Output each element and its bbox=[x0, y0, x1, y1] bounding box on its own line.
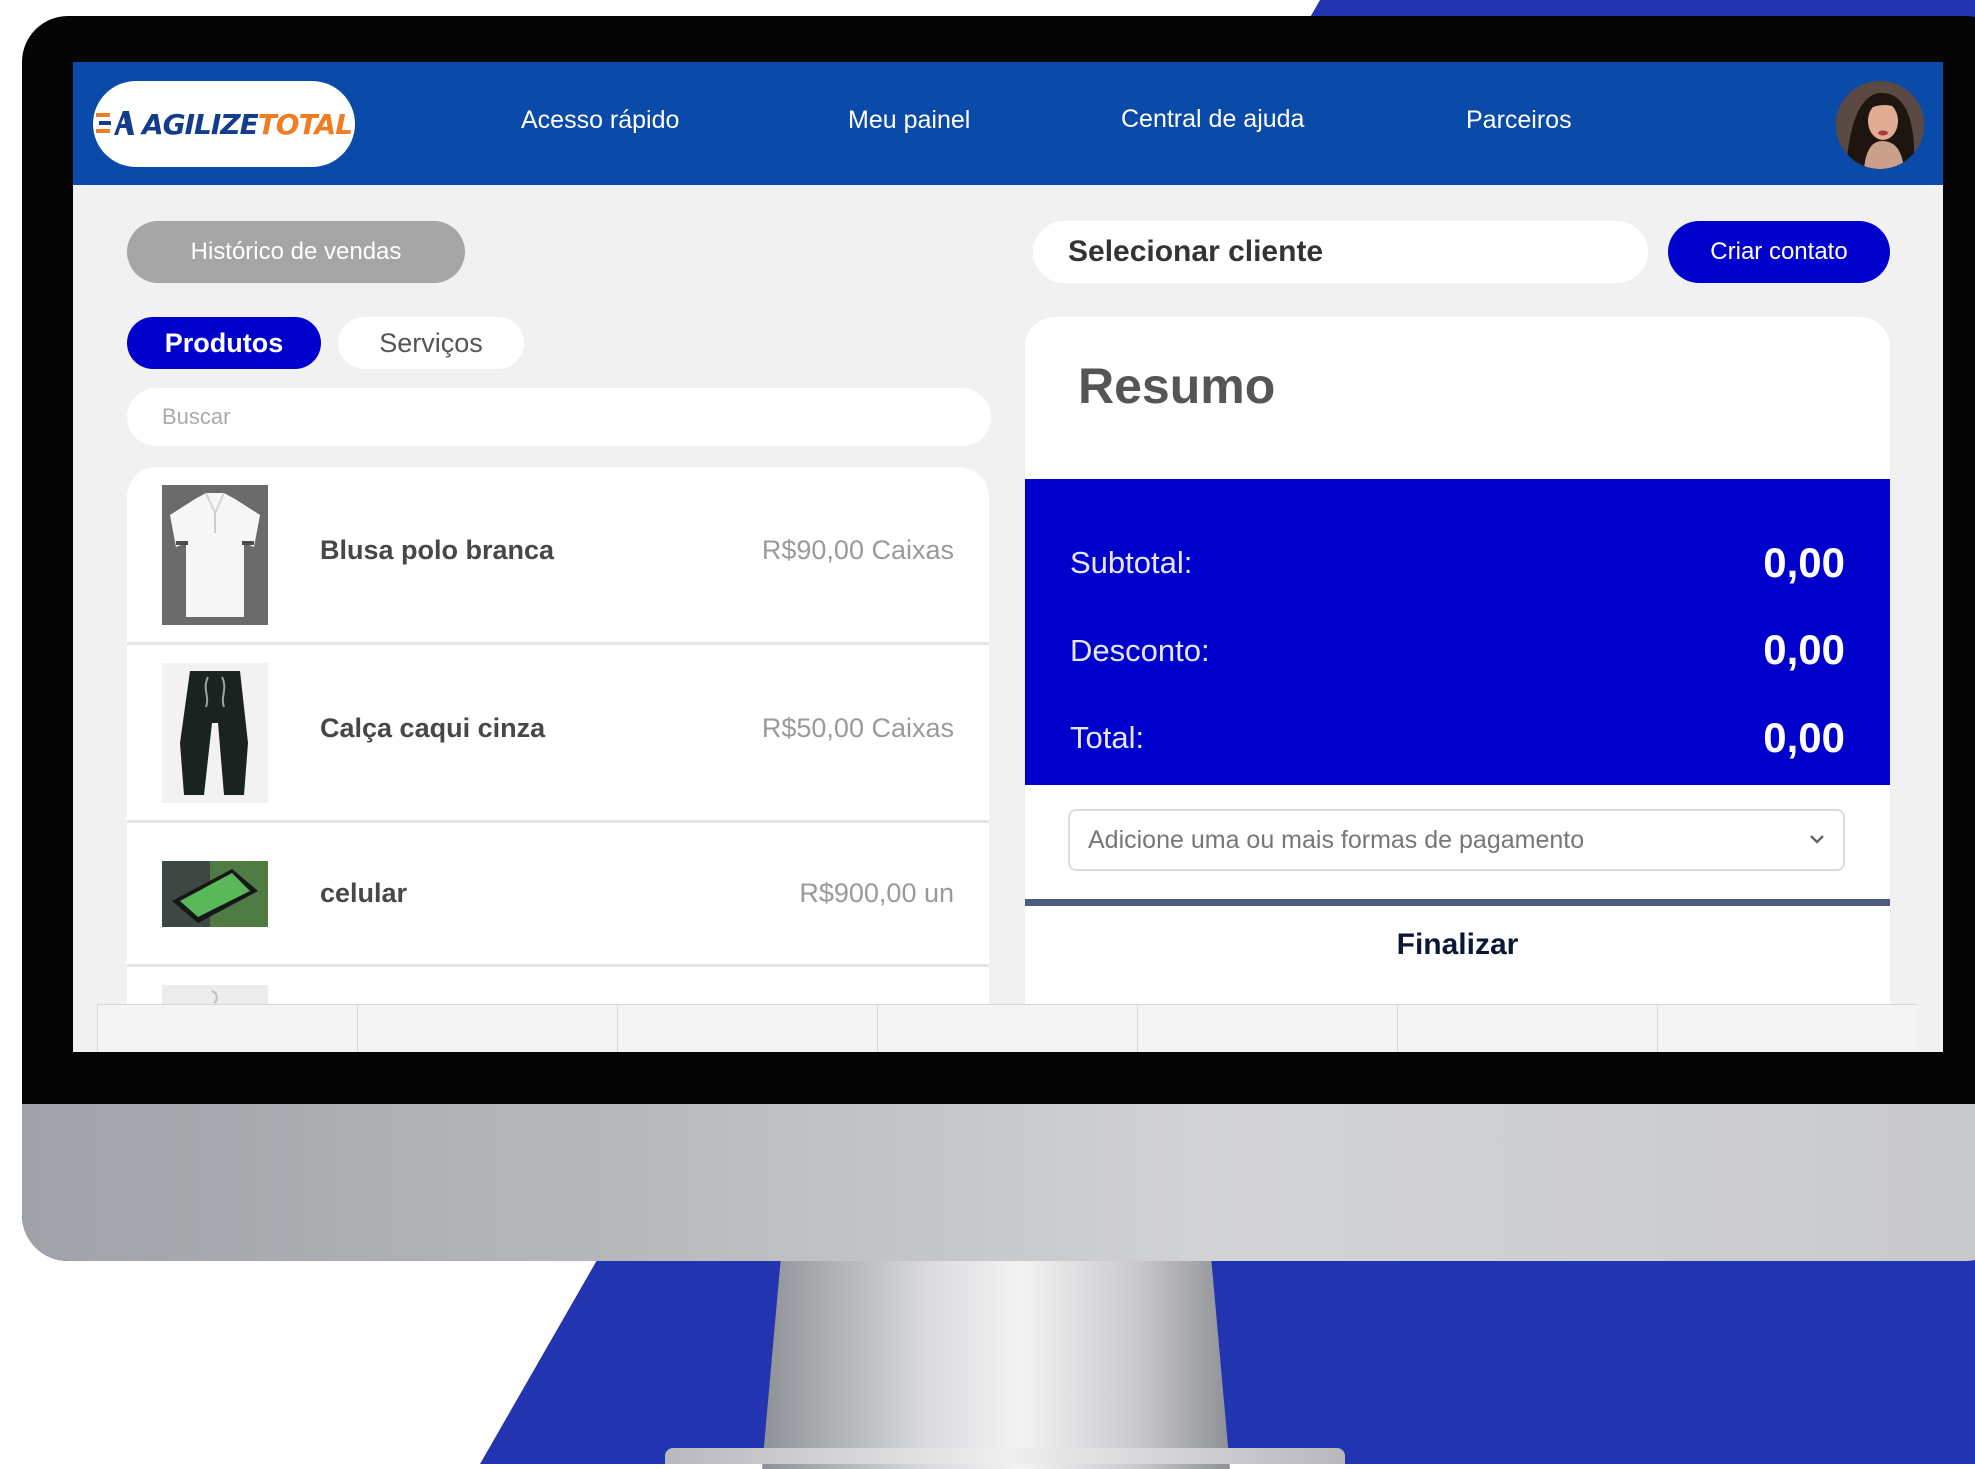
tab-produtos[interactable]: Produtos bbox=[127, 317, 321, 369]
product-name: Calça caqui cinza bbox=[320, 713, 546, 743]
product-row[interactable]: celular R$900,00 un bbox=[127, 823, 989, 967]
product-search-input[interactable] bbox=[127, 388, 991, 446]
nav-meu-painel[interactable]: Meu painel bbox=[848, 106, 970, 135]
logo-text: AGILIZETOTAL bbox=[141, 107, 353, 141]
product-price: R$90,00 Caixas bbox=[761, 535, 954, 565]
monitor-stand-base bbox=[665, 1448, 1345, 1464]
subtotal-value: 0,00 bbox=[1763, 539, 1845, 586]
white-polo-shirt-thumbnail bbox=[162, 485, 268, 625]
product-row[interactable]: Calça caqui cinza R$50,00 Caixas bbox=[127, 645, 989, 823]
product-name: Blusa polo branca bbox=[320, 535, 555, 565]
product-price: R$900,00 un bbox=[799, 878, 954, 908]
sales-history-button[interactable]: Histórico de vendas bbox=[127, 221, 465, 283]
payment-method-select[interactable]: Adicione uma ou mais formas de pagamento bbox=[1068, 809, 1845, 871]
select-client-field[interactable]: Selecionar cliente bbox=[1033, 221, 1648, 283]
nav-parceiros[interactable]: Parceiros bbox=[1466, 106, 1572, 135]
subtotal-label: Subtotal: bbox=[1070, 545, 1193, 580]
tab-servicos[interactable]: Serviços bbox=[338, 317, 524, 369]
finish-button[interactable]: Finalizar bbox=[1025, 915, 1890, 975]
discount-value: 0,00 bbox=[1763, 626, 1845, 673]
app-screen: AGILIZETOTAL Acesso rápido Meu painel Ce… bbox=[73, 62, 1943, 1052]
summary-title: Resumo bbox=[1078, 358, 1276, 414]
top-navigation-bar: AGILIZETOTAL Acesso rápido Meu painel Ce… bbox=[73, 62, 1943, 185]
chevron-down-icon bbox=[1810, 835, 1824, 844]
payment-method-selected-value: Adicione uma ou mais formas de pagamento bbox=[1088, 825, 1585, 854]
product-name: celular bbox=[320, 878, 408, 908]
nav-central-de-ajuda[interactable]: Central de ajuda bbox=[1121, 105, 1304, 134]
total-label: Total: bbox=[1070, 720, 1145, 755]
product-list: Blusa polo branca R$90,00 Caixas Calça c… bbox=[127, 467, 989, 1052]
user-avatar[interactable] bbox=[1836, 81, 1924, 169]
nav-acesso-rapido[interactable]: Acesso rápido bbox=[521, 106, 679, 135]
product-row[interactable]: Blusa polo branca R$90,00 Caixas bbox=[127, 467, 989, 645]
total-value: 0,00 bbox=[1763, 714, 1845, 761]
monitor-chin bbox=[22, 1104, 1975, 1261]
speed-lines-logo-icon bbox=[95, 111, 134, 135]
bottom-grid-strip bbox=[97, 1004, 1917, 1052]
create-contact-button[interactable]: Criar contato bbox=[1668, 221, 1890, 283]
smartphone-thumbnail bbox=[162, 861, 268, 927]
avatar-portrait-icon bbox=[1836, 81, 1924, 169]
monitor-stand bbox=[762, 1259, 1230, 1469]
brand-logo[interactable]: AGILIZETOTAL bbox=[93, 81, 355, 167]
summary-divider bbox=[1025, 899, 1890, 906]
discount-label: Desconto: bbox=[1070, 633, 1210, 668]
summary-card: Resumo Subtotal: 0,00 Desconto: 0,00 Tot… bbox=[1025, 317, 1890, 1047]
dark-pants-thumbnail bbox=[162, 663, 268, 803]
product-price: R$50,00 Caixas bbox=[761, 713, 954, 743]
totals-panel: Subtotal: 0,00 Desconto: 0,00 Total: 0,0… bbox=[1025, 479, 1890, 785]
